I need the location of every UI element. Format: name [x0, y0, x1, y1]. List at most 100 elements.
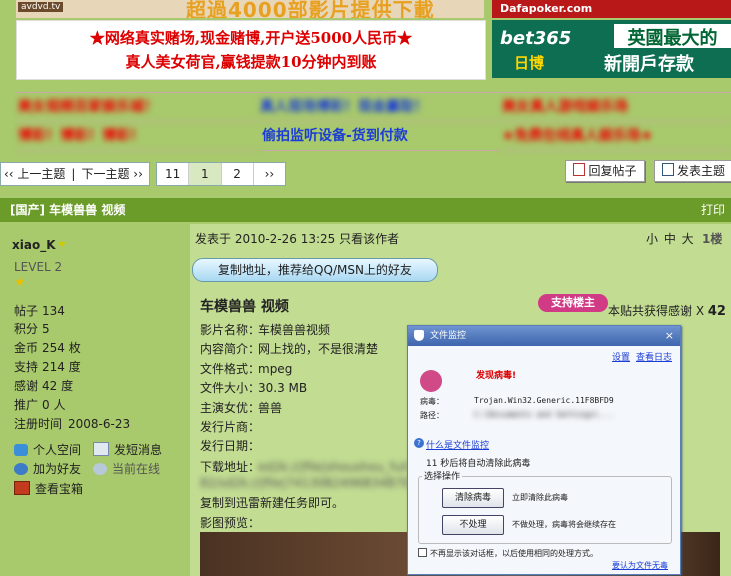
field-value: 车模兽兽视频	[258, 323, 331, 337]
next-topic-link[interactable]: 下一主题 ››	[78, 167, 145, 181]
help-icon: ?	[414, 438, 424, 448]
checkbox[interactable]	[418, 548, 427, 557]
font-size-control[interactable]: 小 中 大	[646, 230, 694, 247]
clean-virus-button[interactable]: 清除病毒	[442, 488, 504, 508]
field-row: 主演女优：兽兽	[200, 399, 282, 416]
dialog-title: 文件监控	[430, 331, 467, 341]
stat-value: 134	[42, 304, 65, 318]
what-is-link[interactable]: 什么是文件监控	[426, 438, 489, 451]
field-row: 影片名称：车模兽兽视频	[200, 321, 330, 338]
page-link[interactable]: 11	[157, 163, 190, 185]
pager: 11 1 2 ››	[156, 162, 286, 186]
settings-link[interactable]: 设置	[612, 350, 630, 363]
close-icon[interactable]: ×	[665, 326, 674, 346]
post-meta[interactable]: 发表于 2010-2-26 13:25 只看该作者	[195, 230, 399, 247]
field-key: 内容简介：	[200, 342, 261, 356]
trust-file-link[interactable]: 要认为文件无毒	[612, 560, 668, 571]
action-label: 查看宝箱	[35, 482, 84, 496]
file-monitor-dialog: 文件监控 × 设置 查看日志 发现病毒! 病毒： Trojan.Win32.Gen…	[407, 325, 681, 575]
field-row: 发行片商：	[200, 418, 260, 435]
page-link[interactable]: 2	[222, 163, 254, 185]
virus-name: Trojan.Win32.Generic.11F8BFD9	[474, 396, 614, 405]
text-ad-link[interactable]: 美女真人游戏娱乐场	[502, 93, 731, 122]
action-label: 发短消息	[114, 443, 163, 457]
thank-prefix: 本贴共获得感谢 X	[608, 304, 708, 318]
copy-address-button[interactable]: 复制地址，推荐给QQ/MSN上的好友	[192, 258, 438, 282]
casino-ad-banner[interactable]: ★网络真实赌场,现金赌博,开户送5000人民币★ 真人美女荷官,赢钱提款10分钟…	[16, 20, 486, 80]
stat-gold: 金币 254 枚	[14, 339, 81, 356]
stat-key: 帖子	[14, 304, 39, 318]
text-ad-link[interactable]: ★免费在线真人娱乐场★	[502, 122, 731, 151]
personal-space-link[interactable]: 个人空间	[14, 441, 81, 458]
stat-key: 注册时间	[14, 417, 63, 431]
clean-note: 立即清除此病毒	[512, 493, 568, 502]
author-panel: xiao_K LEVEL 2 ★ 帖子 134 积分 5 金币 254 枚 支持 214…	[0, 224, 188, 576]
top-ad-banner-left[interactable]: avdvd.tv 超過4000部影片提供下載	[16, 0, 484, 18]
text-ad-link[interactable]: 博彩！博彩！博彩！	[18, 122, 258, 151]
virus-label: 病毒：	[420, 397, 444, 406]
dont-show-label: 不再显示该对话框，以后使用相同的处理方式。	[430, 549, 598, 558]
stat-value: 214 度	[42, 360, 81, 374]
view-log-link[interactable]: 查看日志	[636, 350, 672, 363]
print-link[interactable]: 打印	[701, 198, 725, 222]
path-value: C:\Documents and Settings\...	[474, 410, 614, 419]
text-ad-link[interactable]: 真人现场博彩！现金赢取！	[260, 93, 500, 122]
ad-line-1: ★网络真实赌场,现金赌博,开户送5000人民币★	[89, 29, 413, 47]
nav-separator: |	[71, 167, 76, 181]
thread-title[interactable]: [国产] 车模兽兽 视频	[10, 198, 125, 222]
floor-number: 1楼	[702, 232, 723, 246]
action-label: 加为好友	[33, 462, 82, 476]
ignore-note: 不做处理，病毒将会继续存在	[512, 520, 616, 529]
stat-key: 支持	[14, 360, 39, 374]
ad-brand: avdvd.tv	[18, 2, 64, 12]
text-ad-link[interactable]: 美女视频百家娱乐城！	[18, 93, 258, 122]
bet365-ad-banner[interactable]: bet365 日博 英國最大的 新開戶存款	[492, 20, 731, 78]
treasure-chest-icon	[14, 481, 30, 495]
stat-support: 支持 214 度	[14, 358, 81, 375]
topic-nav: ‹‹ 上一主题 | 下一主题 ››	[0, 162, 150, 186]
countdown-text: 11 秒后将自动清除此病毒	[426, 459, 531, 469]
author-name[interactable]: xiao_K	[12, 238, 66, 252]
thank-badge[interactable]: 支持楼主	[538, 294, 608, 312]
online-status: 当前在线	[93, 460, 160, 477]
dropdown-icon[interactable]	[57, 242, 66, 247]
thread-header: [国产] 车模兽兽 视频 打印	[0, 198, 731, 222]
reply-button[interactable]: 回复帖子	[565, 160, 645, 182]
action-label: 当前在线	[112, 462, 161, 476]
new-topic-label: 发表主题	[676, 164, 725, 178]
download-link-cont[interactable]: 82/sd2k://|file|74130B2496B34B7E/	[200, 476, 414, 490]
author-level: LEVEL 2	[14, 260, 63, 274]
home-icon	[14, 444, 28, 456]
page-next[interactable]: ››	[254, 163, 285, 185]
ad-line-2: 真人美女荷官,赢钱提款10分钟内到账	[125, 53, 377, 71]
dont-show-checkbox[interactable]: 不再显示该对话框，以后使用相同的处理方式。	[418, 548, 598, 559]
new-topic-button[interactable]: 发表主题	[654, 160, 731, 182]
ad-bet-slogan: 新開戶存款	[604, 54, 694, 75]
page-current[interactable]: 1	[189, 163, 222, 185]
dialog-title-bar[interactable]: 文件监控 ×	[408, 326, 680, 346]
field-row: 文件格式：mpeg	[200, 360, 292, 377]
add-friend-link[interactable]: 加为好友	[14, 460, 81, 477]
post-title: 车模兽兽 视频	[200, 299, 289, 315]
stat-value: 2008-6-23	[68, 417, 131, 431]
field-key: 文件格式：	[200, 362, 261, 376]
field-row: 发行日期：	[200, 437, 260, 454]
copy-hint: 复制到迅雷新建任务即可。	[200, 496, 345, 510]
prev-topic-link[interactable]: ‹‹ 上一主题	[1, 167, 68, 181]
send-message-link[interactable]: 发短消息	[93, 441, 162, 458]
reply-label: 回复帖子	[588, 164, 637, 178]
text-ad-link[interactable]: 偷拍监听设备-货到付款	[262, 122, 500, 151]
stat-register-date: 注册时间 2008-6-23	[14, 415, 130, 432]
action-label: 个人空间	[33, 443, 82, 457]
shield-icon	[414, 330, 424, 341]
field-key: 影片名称：	[200, 323, 261, 337]
field-key: 下载地址：	[200, 460, 261, 474]
stat-value: 0 人	[42, 398, 66, 412]
virus-icon	[420, 370, 442, 392]
top-ad-banner-right[interactable]: Dafapoker.com	[492, 0, 731, 18]
star-icon: ★	[14, 275, 26, 290]
stat-value: 254 枚	[42, 341, 81, 355]
view-treasure-link[interactable]: 查看宝箱	[14, 480, 83, 497]
ad-logo: Dafapoker.com	[500, 2, 593, 15]
ignore-button[interactable]: 不处理	[442, 515, 504, 535]
